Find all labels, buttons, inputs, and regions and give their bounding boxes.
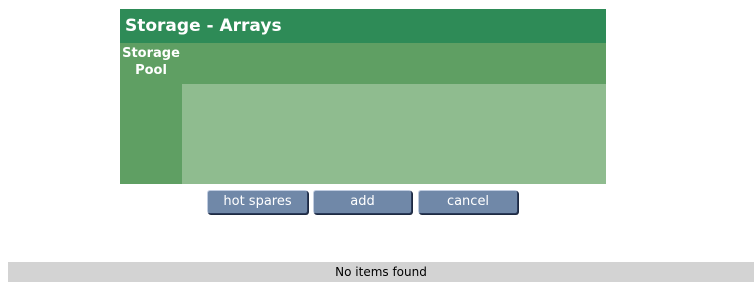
table-body [182, 84, 606, 184]
column-header-label: Storage Pool [122, 46, 180, 78]
add-button[interactable]: add [313, 190, 412, 214]
cancel-button[interactable]: cancel [418, 190, 518, 214]
hot-spares-button[interactable]: hot spares [207, 190, 308, 214]
status-bar: No items found [8, 262, 754, 282]
table-header-row [120, 43, 606, 84]
column-header-storage-pool: Storage Pool [120, 43, 182, 184]
panel-title: Storage - Arrays [120, 9, 606, 43]
status-message: No items found [335, 265, 427, 279]
storage-arrays-panel: Storage - Arrays Storage Pool [120, 9, 606, 184]
